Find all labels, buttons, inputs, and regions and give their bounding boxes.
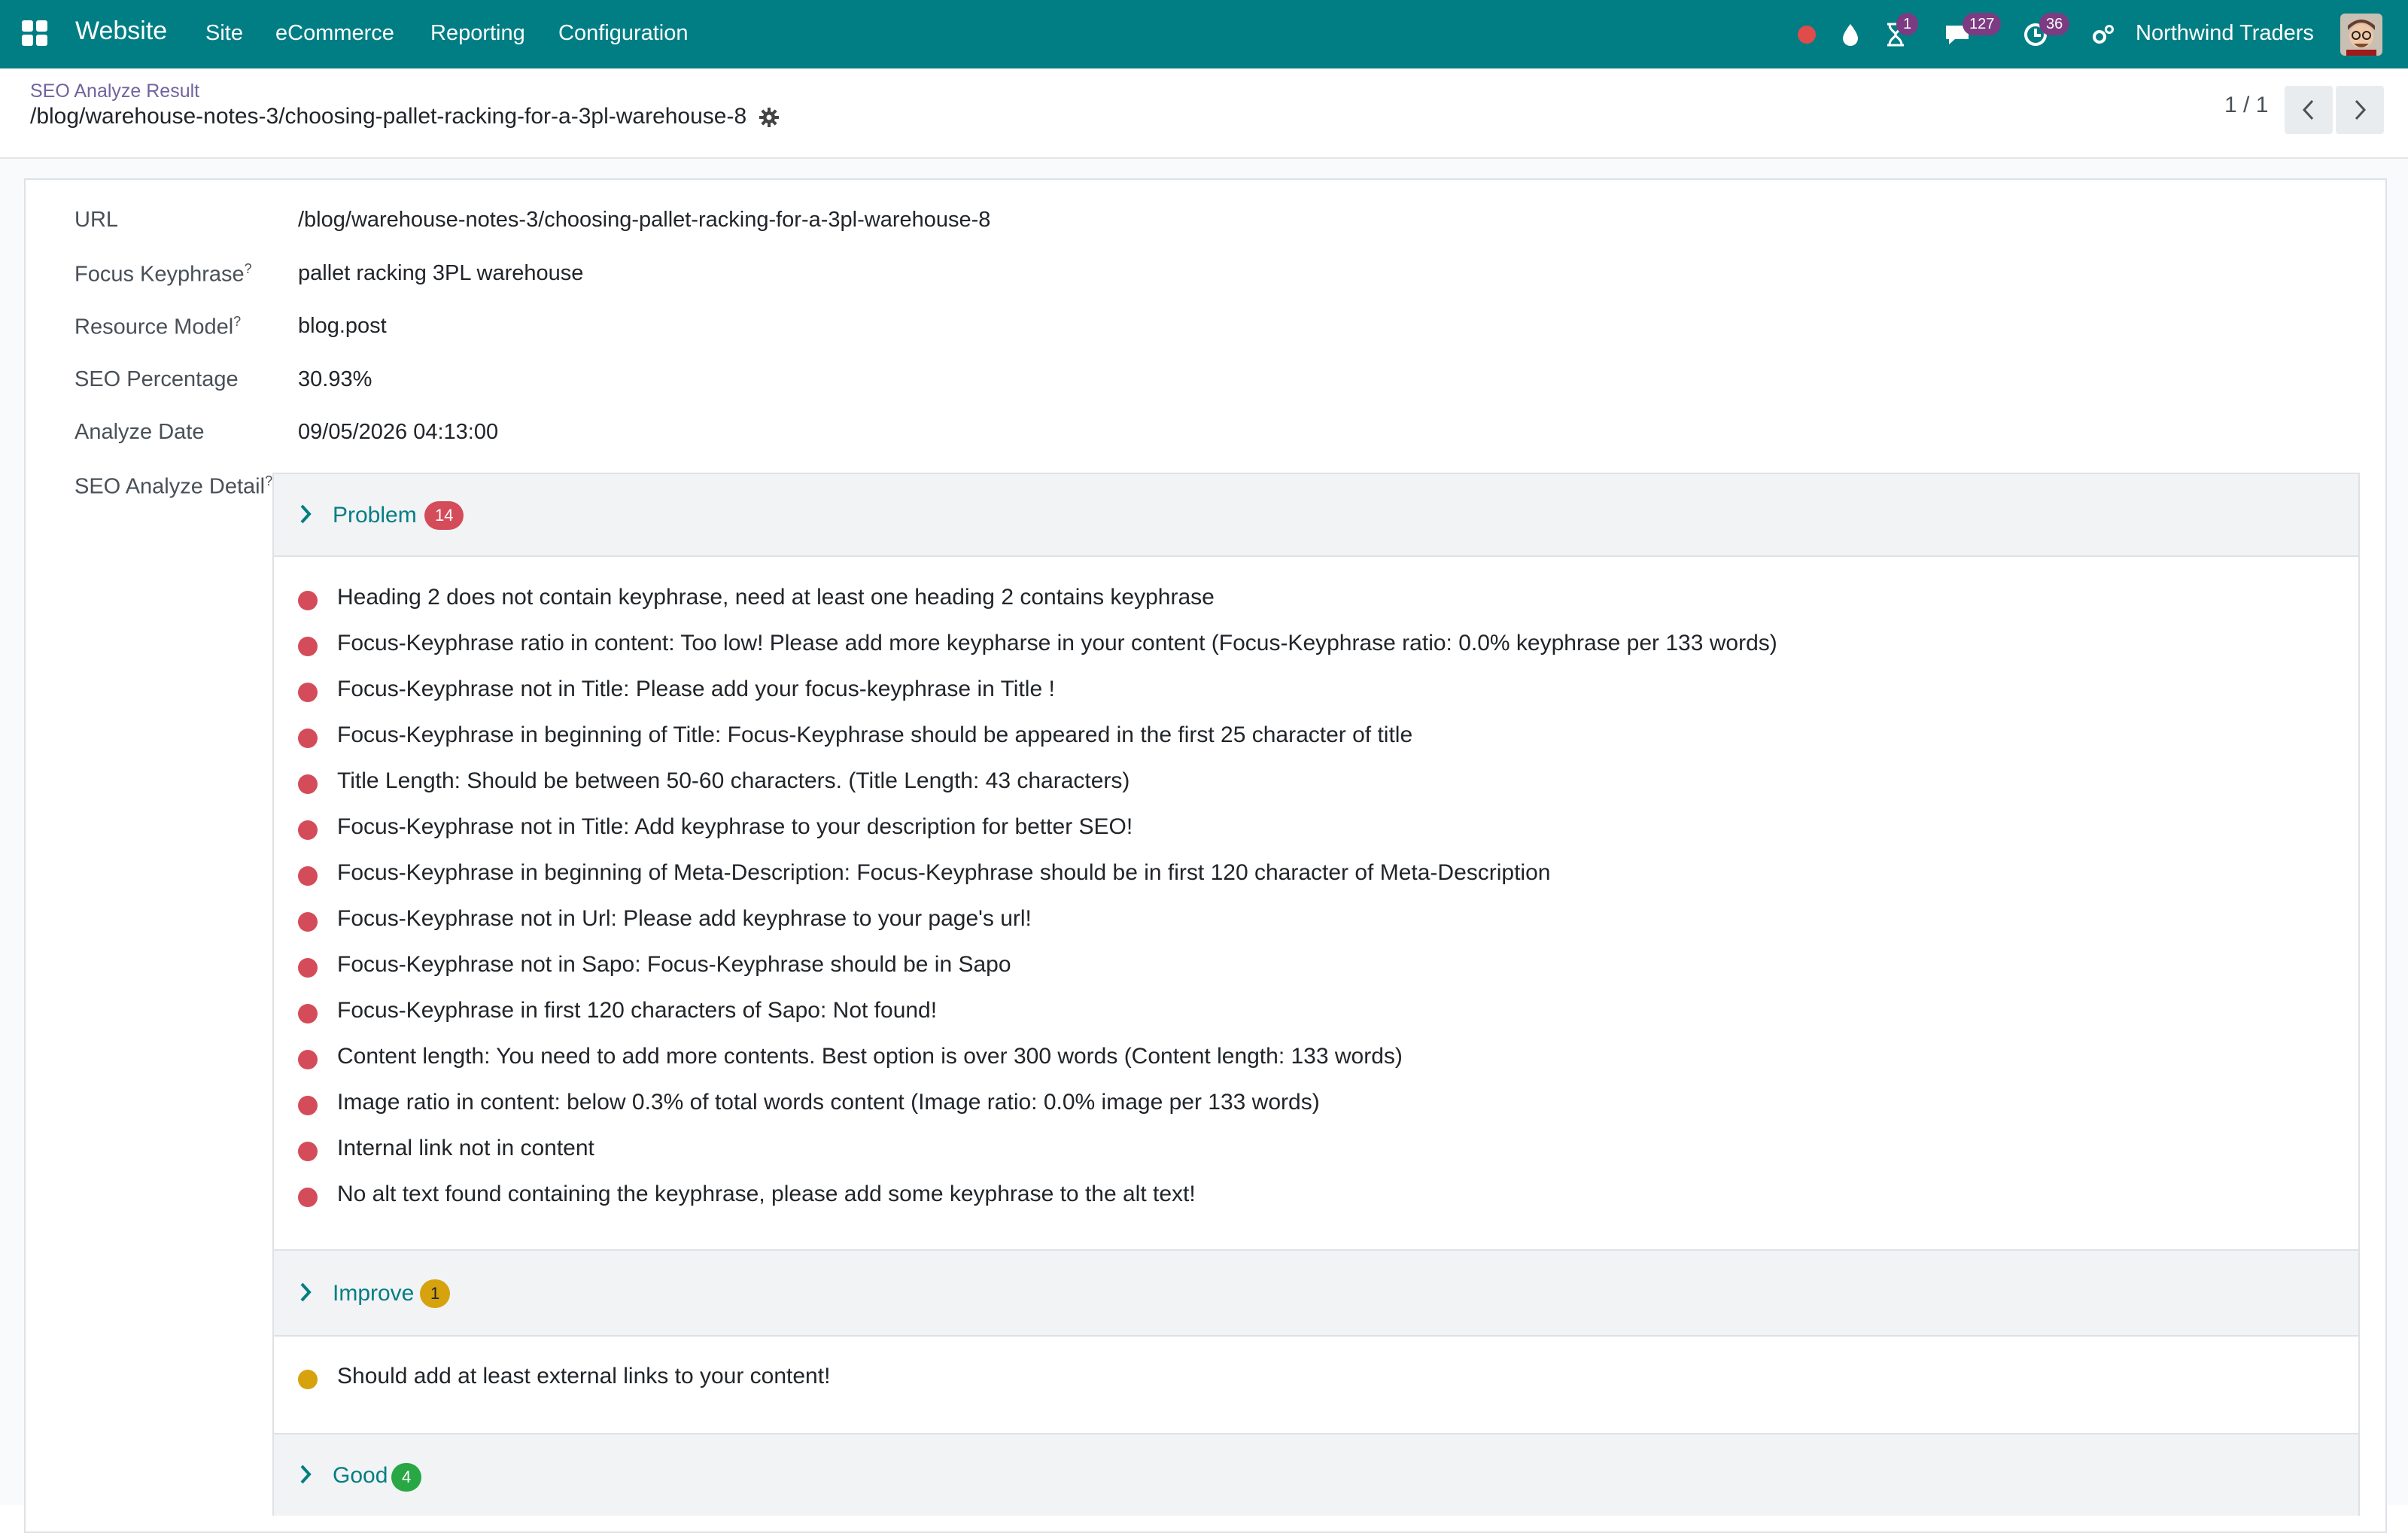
settings-gears-icon[interactable]: [2090, 0, 2116, 68]
problem-status-dot-icon: [298, 1050, 318, 1069]
resource-model-help-icon[interactable]: ?: [233, 314, 241, 329]
problem-list-item: Focus-Keyphrase ratio in content: Too lo…: [274, 629, 2306, 659]
problem-list: Heading 2 does not contain keyphrase, ne…: [272, 557, 2360, 1249]
problem-list-item: Focus-Keyphrase not in Title: Please add…: [274, 675, 2306, 705]
problem-status-dot-icon: [298, 683, 318, 702]
keyphrase-value: pallet racking 3PL warehouse: [298, 261, 584, 285]
pager-value[interactable]: 1 / 1: [2224, 93, 2268, 118]
problem-item-text: Focus-Keyphrase in beginning of Title: F…: [337, 722, 1413, 747]
seo-detail-help-icon[interactable]: ?: [265, 473, 272, 488]
user-avatar[interactable]: [2340, 14, 2382, 56]
problem-list-item: Focus-Keyphrase not in Sapo: Focus-Keyph…: [274, 951, 2306, 981]
problem-item-text: Title Length: Should be between 50-60 ch…: [337, 768, 1130, 793]
improve-status-dot-icon: [298, 1370, 318, 1389]
problem-status-dot-icon: [298, 1096, 318, 1115]
problem-title: Problem: [333, 503, 417, 528]
messages-icon[interactable]: [1943, 0, 1972, 68]
company-switcher[interactable]: Northwind Traders: [2136, 21, 2314, 46]
problem-status-dot-icon: [298, 912, 318, 932]
url-label: URL: [74, 208, 119, 232]
problem-list-item: No alt text found containing the keyphra…: [274, 1180, 2306, 1210]
analyze-date-label: Analyze Date: [74, 420, 205, 444]
problem-section-header[interactable]: Problem 14: [272, 473, 2360, 557]
problem-count-badge: 14: [424, 501, 464, 530]
problem-item-text: Focus-Keyphrase not in Url: Please add k…: [337, 906, 1032, 931]
messages-badge: 127: [1963, 13, 2002, 35]
problem-status-dot-icon: [298, 637, 318, 656]
problem-list-item: Focus-Keyphrase in beginning of Meta-Des…: [274, 859, 2306, 889]
good-title: Good: [333, 1463, 388, 1488]
problem-status-dot-icon: [298, 1142, 318, 1161]
problem-item-text: Content length: You need to add more con…: [337, 1044, 1403, 1069]
url-value: /blog/warehouse-notes-3/choosing-pallet-…: [298, 208, 991, 232]
problem-item-text: Focus-Keyphrase in first 120 characters …: [337, 998, 938, 1023]
problem-list-item: Focus-Keyphrase not in Url: Please add k…: [274, 905, 2306, 935]
pager-previous-button[interactable]: [2285, 86, 2333, 134]
keyphrase-label: Focus Keyphrase?: [74, 261, 252, 287]
improve-section-header[interactable]: Improve 1: [272, 1249, 2360, 1337]
apps-menu-icon[interactable]: [22, 20, 47, 46]
chevron-right-icon: [298, 503, 313, 529]
problem-list-item: Image ratio in content: below 0.3% of to…: [274, 1088, 2306, 1118]
problem-item-text: Internal link not in content: [337, 1136, 594, 1160]
problem-status-dot-icon: [298, 728, 318, 748]
problem-status-dot-icon: [298, 1004, 318, 1024]
problem-list-item: Focus-Keyphrase in beginning of Title: F…: [274, 721, 2306, 751]
menu-ecommerce[interactable]: eCommerce: [275, 21, 394, 46]
seo-detail-label: SEO Analyze Detail?: [74, 473, 273, 499]
problem-list-item: Focus-Keyphrase not in Title: Add keyphr…: [274, 813, 2306, 843]
resource-model-label: Resource Model?: [74, 314, 242, 339]
control-panel: SEO Analyze Result /blog/warehouse-notes…: [0, 68, 2408, 159]
improve-item-text: Should add at least external links to yo…: [337, 1364, 831, 1389]
problem-item-text: Heading 2 does not contain keyphrase, ne…: [337, 585, 1215, 610]
menu-reporting[interactable]: Reporting: [430, 21, 525, 46]
good-count-badge: 4: [391, 1463, 422, 1492]
problem-item-text: Focus-Keyphrase not in Title: Please add…: [337, 677, 1055, 701]
problem-item-text: Focus-Keyphrase ratio in content: Too lo…: [337, 631, 1777, 655]
drop-icon[interactable]: [1841, 0, 1860, 68]
resource-model-value: blog.post: [298, 314, 387, 338]
chevron-left-icon: [2302, 99, 2314, 120]
improve-count-badge: 1: [420, 1279, 451, 1308]
record-status-icon[interactable]: [1797, 0, 1817, 68]
breadcrumb[interactable]: SEO Analyze Result: [30, 81, 199, 102]
menu-configuration[interactable]: Configuration: [558, 21, 689, 46]
clock-icon[interactable]: [2023, 0, 2048, 68]
chevron-right-icon: [298, 1281, 313, 1307]
problem-item-text: Focus-Keyphrase in beginning of Meta-Des…: [337, 860, 1551, 885]
chevron-right-icon: [2355, 99, 2367, 120]
chevron-right-icon: [298, 1463, 313, 1489]
problem-status-dot-icon: [298, 958, 318, 978]
problem-item-text: No alt text found containing the keyphra…: [337, 1182, 1196, 1206]
problem-list-item: Title Length: Should be between 50-60 ch…: [274, 767, 2306, 797]
problem-status-dot-icon: [298, 774, 318, 794]
problem-list-item: Focus-Keyphrase in first 120 characters …: [274, 996, 2306, 1027]
improve-list-item: Should add at least external links to yo…: [274, 1362, 2306, 1392]
app-brand[interactable]: Website: [75, 17, 167, 46]
problem-item-text: Image ratio in content: below 0.3% of to…: [337, 1090, 1320, 1115]
improve-title: Improve: [333, 1281, 415, 1306]
keyphrase-help-icon[interactable]: ?: [245, 261, 252, 276]
problem-status-dot-icon: [298, 820, 318, 840]
problem-item-text: Focus-Keyphrase not in Sapo: Focus-Keyph…: [337, 952, 1011, 977]
problem-status-dot-icon: [298, 591, 318, 610]
problem-list-item: Content length: You need to add more con…: [274, 1042, 2306, 1072]
record-actions-gear-icon[interactable]: [759, 107, 780, 132]
seo-percentage-label: SEO Percentage: [74, 367, 239, 391]
clock-badge: 36: [2039, 13, 2070, 35]
problem-status-dot-icon: [298, 1188, 318, 1207]
problem-list-item: Heading 2 does not contain keyphrase, ne…: [274, 583, 2306, 613]
improve-list: Should add at least external links to yo…: [272, 1337, 2360, 1433]
top-navbar: Website Site eCommerce Reporting Configu…: [0, 0, 2408, 68]
good-section-header[interactable]: Good 4: [272, 1433, 2360, 1516]
analyze-date-value: 09/05/2026 04:13:00: [298, 420, 499, 444]
problem-list-item: Internal link not in content: [274, 1134, 2306, 1164]
seo-percentage-value: 30.93%: [298, 367, 372, 391]
record-title: /blog/warehouse-notes-3/choosing-pallet-…: [30, 104, 747, 129]
pager-next-button[interactable]: [2336, 86, 2384, 134]
menu-site[interactable]: Site: [205, 21, 243, 46]
problem-item-text: Focus-Keyphrase not in Title: Add keyphr…: [337, 814, 1133, 839]
problem-status-dot-icon: [298, 866, 318, 886]
activity-badge: 1: [1896, 13, 1919, 35]
